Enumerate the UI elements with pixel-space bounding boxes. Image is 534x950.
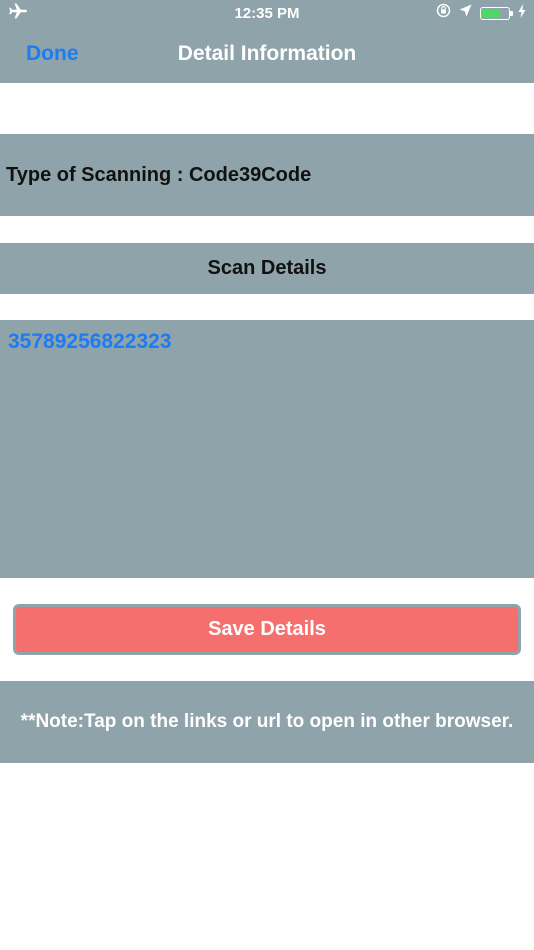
scan-details-heading: Scan Details [207,257,327,279]
nav-bar: Done Detail Information [0,26,534,83]
note-text: **Note:Tap on the links or url to open i… [20,711,514,732]
scan-details-header: Scan Details [0,243,534,294]
scan-details-box: 35789256822323 [0,320,534,578]
screen: 12:35 PM Done Detail Information Type of… [0,0,534,950]
type-of-scanning-band: Type of Scanning : Code39Code [0,134,534,216]
page-title: Detail Information [177,42,357,65]
battery-icon [480,6,513,20]
status-time: 12:35 PM [234,5,300,22]
scan-details-link[interactable]: 35789256822323 [8,330,172,353]
save-details-button[interactable]: Save Details [13,604,521,655]
status-bar: 12:35 PM [0,0,534,26]
done-button[interactable]: Done [26,42,79,66]
type-of-scanning-label: Type of Scanning : Code39Code [6,163,312,186]
battery-level [482,8,501,18]
battery-tip [510,10,513,16]
note-band: **Note:Tap on the links or url to open i… [0,681,534,763]
